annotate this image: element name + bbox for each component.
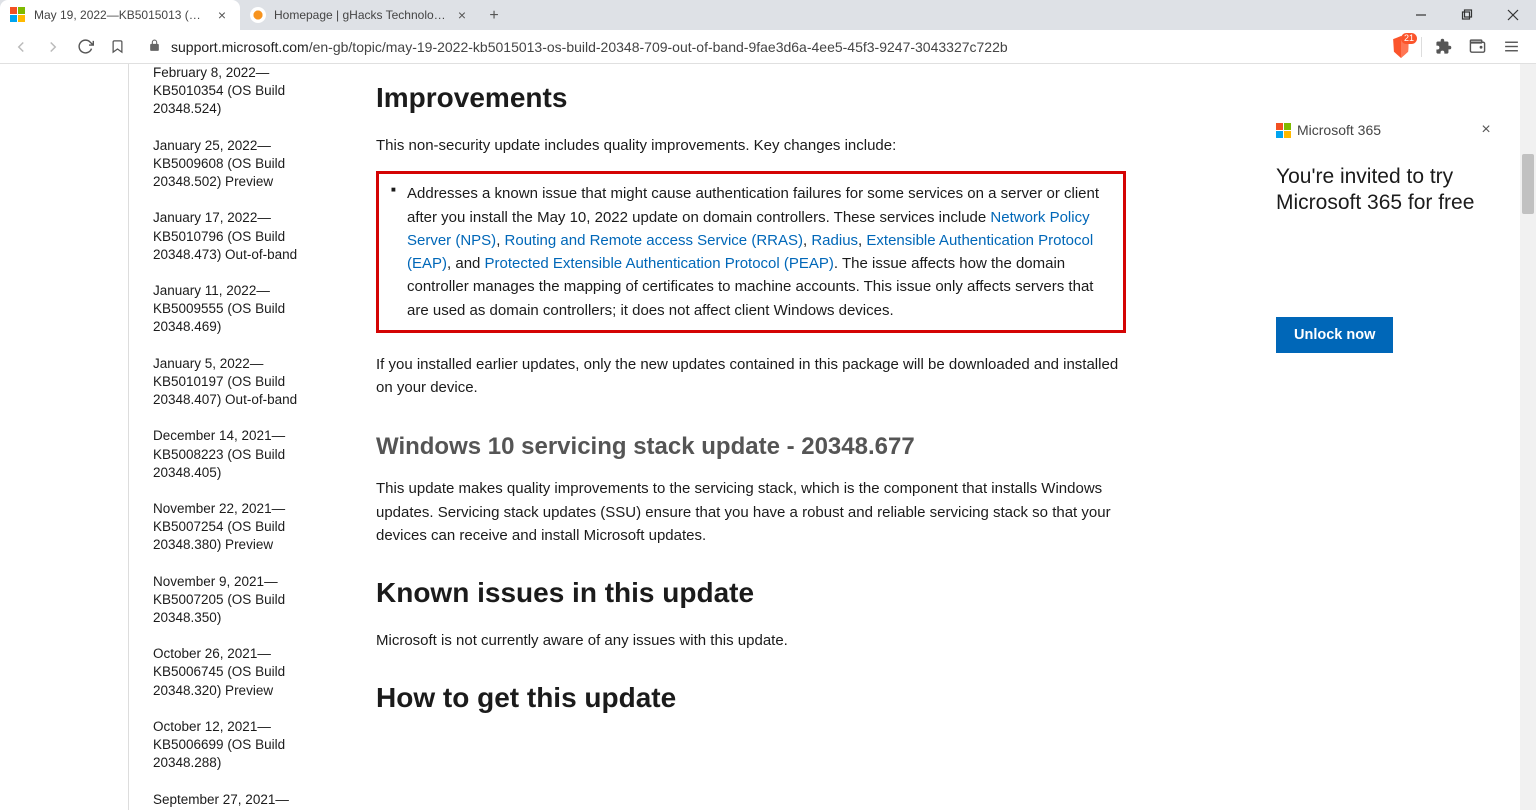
sidebar-item[interactable]: September 27, 2021—KB5005619 (OS Build 2… <box>153 791 328 810</box>
window-controls <box>1398 0 1536 30</box>
scrollbar-thumb[interactable] <box>1522 154 1534 214</box>
promo-panel: Microsoft 365 × You're invited to try Mi… <box>1276 120 1496 353</box>
browser-toolbar: support.microsoft.com/en-gb/topic/may-19… <box>0 30 1536 64</box>
heading-known-issues: Known issues in this update <box>376 577 1126 609</box>
minimize-button[interactable] <box>1398 0 1444 30</box>
tab-title: Homepage | gHacks Technology News <box>274 8 450 22</box>
link-rras[interactable]: Routing and Remote access Service (RRAS) <box>505 232 803 249</box>
back-button[interactable] <box>6 32 36 62</box>
main-article: Improvements This non-security update in… <box>376 64 1126 734</box>
tab-close-icon[interactable]: × <box>214 7 230 23</box>
shield-count: 21 <box>1401 33 1417 44</box>
browser-tab-active[interactable]: May 19, 2022—KB5015013 (OS Bu × <box>0 0 240 30</box>
scrollbar[interactable] <box>1520 64 1536 810</box>
promo-brand: Microsoft 365 <box>1276 122 1381 138</box>
menu-button[interactable] <box>1496 32 1526 62</box>
unlock-now-button[interactable]: Unlock now <box>1276 317 1393 353</box>
sidebar-item[interactable]: October 26, 2021—KB5006745 (OS Build 203… <box>153 645 328 700</box>
promo-close-button[interactable]: × <box>1476 120 1496 140</box>
sidebar-item[interactable]: February 8, 2022—KB5010354 (OS Build 203… <box>153 64 328 119</box>
intro-paragraph: This non-security update includes qualit… <box>376 134 1126 157</box>
sidebar-item[interactable]: December 14, 2021—KB5008223 (OS Build 20… <box>153 427 328 482</box>
close-window-button[interactable] <box>1490 0 1536 30</box>
page-content: February 8, 2022—KB5010354 (OS Build 203… <box>0 64 1536 810</box>
bookmark-button[interactable] <box>102 32 132 62</box>
sidebar-nav: February 8, 2022—KB5010354 (OS Build 203… <box>128 64 328 810</box>
paragraph: Microsoft is not currently aware of any … <box>376 629 1126 652</box>
tab-title: May 19, 2022—KB5015013 (OS Bu <box>34 8 210 22</box>
browser-tab[interactable]: Homepage | gHacks Technology News × <box>240 0 480 30</box>
heading-improvements: Improvements <box>376 82 1126 114</box>
paragraph: If you installed earlier updates, only t… <box>376 353 1126 400</box>
ghacks-favicon-icon <box>250 7 266 23</box>
bullet-item: Addresses a known issue that might cause… <box>407 182 1115 322</box>
sidebar-item[interactable]: November 22, 2021—KB5007254 (OS Build 20… <box>153 500 328 555</box>
reload-button[interactable] <box>70 32 100 62</box>
tab-close-icon[interactable]: × <box>454 7 470 23</box>
promo-headline: You're invited to try Microsoft 365 for … <box>1276 164 1496 217</box>
sidebar-item[interactable]: January 25, 2022—KB5009608 (OS Build 203… <box>153 137 328 192</box>
ms-logo-icon <box>1276 123 1291 138</box>
heading-how-to-get: How to get this update <box>376 682 1126 714</box>
extensions-button[interactable] <box>1428 32 1458 62</box>
url-bar[interactable]: support.microsoft.com/en-gb/topic/may-19… <box>138 33 1381 61</box>
link-peap[interactable]: Protected Extensible Authentication Prot… <box>485 255 834 272</box>
sidebar-item[interactable]: October 12, 2021—KB5006699 (OS Build 203… <box>153 718 328 773</box>
sidebar-item[interactable]: November 9, 2021—KB5007205 (OS Build 203… <box>153 573 328 628</box>
forward-button[interactable] <box>38 32 68 62</box>
url-text: support.microsoft.com/en-gb/topic/may-19… <box>171 39 1008 55</box>
new-tab-button[interactable]: + <box>480 2 508 30</box>
sidebar-item[interactable]: January 11, 2022—KB5009555 (OS Build 203… <box>153 282 328 337</box>
sidebar-item[interactable]: January 5, 2022—KB5010197 (OS Build 2034… <box>153 355 328 410</box>
highlight-box: Addresses a known issue that might cause… <box>376 171 1126 333</box>
browser-titlebar: May 19, 2022—KB5015013 (OS Bu × Homepage… <box>0 0 1536 30</box>
link-radius[interactable]: Radius <box>811 232 858 249</box>
maximize-button[interactable] <box>1444 0 1490 30</box>
ms-favicon-icon <box>10 7 26 23</box>
brave-shields-button[interactable]: 21 <box>1387 33 1415 61</box>
wallet-button[interactable] <box>1462 32 1492 62</box>
paragraph: This update makes quality improvements t… <box>376 477 1126 547</box>
heading-ssu: Windows 10 servicing stack update - 2034… <box>376 433 1126 461</box>
sidebar-item[interactable]: January 17, 2022—KB5010796 (OS Build 203… <box>153 209 328 264</box>
lock-icon <box>148 39 161 55</box>
